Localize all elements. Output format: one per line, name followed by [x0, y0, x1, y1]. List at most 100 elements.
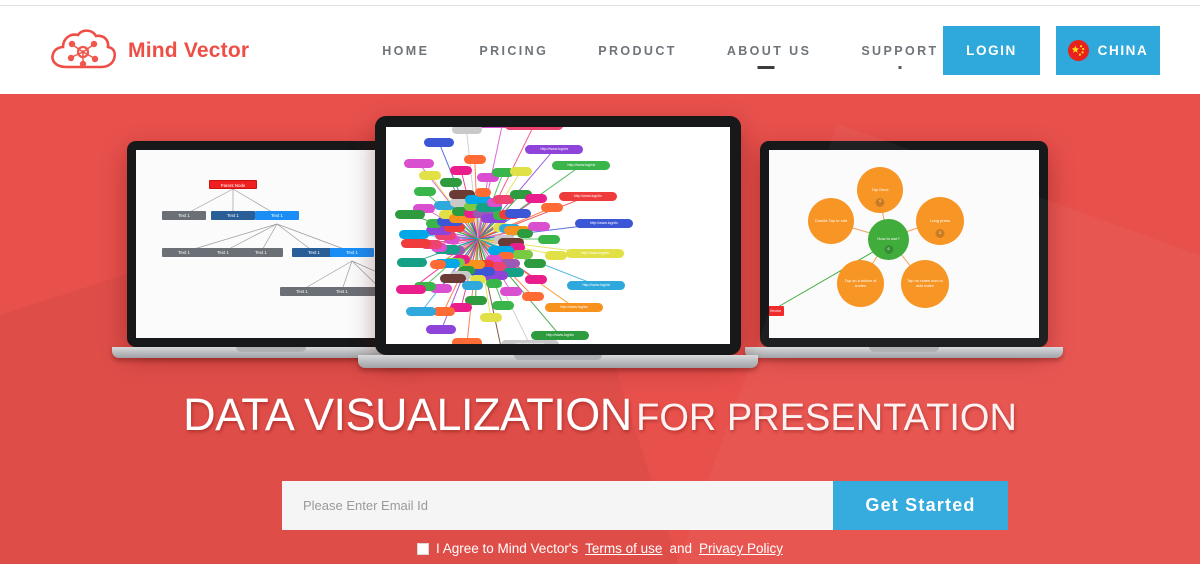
radial-node [439, 274, 466, 284]
radial-node [504, 209, 531, 219]
radial-node [452, 337, 483, 344]
bubble-node-label: Long press [930, 217, 950, 223]
laptop-left-screen: Parent Node Text 1 Text 1 Text 1 Text 1 … [136, 150, 406, 338]
brand-logo[interactable]: Mind Vector [46, 27, 249, 75]
radial-mindmap: http://www.log/xlx http://www.log/xlx http… [386, 127, 730, 344]
agree-checkbox[interactable] [417, 542, 429, 555]
tree-node: Text 1 [330, 248, 374, 257]
tree-node: Text 1 [211, 211, 255, 220]
tree-root-node: Parent Node [209, 180, 257, 189]
country-label: CHINA [1097, 43, 1149, 58]
tree-node: Text 1 [239, 248, 283, 257]
radial-node [413, 187, 436, 197]
bubble-center-label: How to use? [877, 236, 900, 242]
radial-node [540, 203, 563, 213]
bubble-node-label: Double Tap to edit [814, 217, 848, 223]
agree-prefix-text: I Agree to Mind Vector's [436, 541, 579, 556]
site-header: Mind Vector HOME PRICING PRODUCT ABOUT U… [0, 7, 1200, 94]
bubble-center-node: How to use? 6 [868, 219, 909, 260]
radial-node [524, 258, 547, 268]
radial-node: http://www.log/xlx [566, 249, 625, 259]
signup-form: Get Started [282, 481, 1008, 530]
radial-node [451, 127, 482, 135]
header-actions: LOGIN CHINA [943, 26, 1160, 75]
radial-node [500, 286, 523, 296]
radial-node [545, 250, 568, 260]
radial-node [475, 187, 492, 197]
tree-mindmap: Parent Node Text 1 Text 1 Text 1 Text 1 … [136, 150, 406, 338]
radial-node: http://www.log/xlx [505, 127, 564, 130]
terms-agreement-row: I Agree to Mind Vector's Terms of use an… [0, 541, 1200, 556]
radial-node [399, 230, 430, 240]
radial-node [401, 238, 432, 248]
nav-item-product[interactable]: PRODUCT [598, 38, 677, 64]
bubble-node: Tap Once 4 [857, 167, 903, 213]
radial-node [403, 158, 434, 168]
radial-node: http://www.log/xlx [545, 302, 604, 312]
main-navigation: HOME PRICING PRODUCT ABOUT US SUPPORT [382, 38, 939, 69]
bubble-node: Tap on a button of nodes [837, 260, 884, 307]
country-selector-button[interactable]: CHINA [1056, 26, 1160, 75]
radial-node: http://www.log/xlx [531, 331, 590, 341]
nav-item-pricing[interactable]: PRICING [479, 38, 548, 64]
radial-node [538, 234, 560, 244]
laptop-center-screen: http://www.log/xlx http://www.log/xlx http… [386, 127, 730, 344]
nav-support-dot [898, 65, 902, 69]
laptop-right-base [745, 347, 1063, 358]
landing-page: Mind Vector HOME PRICING PRODUCT ABOUT U… [0, 0, 1200, 564]
laptop-center-lid: http://www.log/xlx http://www.log/xlx http… [375, 116, 741, 355]
tree-node: Text 1 [162, 211, 206, 220]
email-input[interactable] [282, 481, 833, 530]
radial-node [450, 165, 472, 175]
nav-item-support-label: SUPPORT [861, 43, 939, 58]
agree-conjunction-text: and [669, 541, 692, 556]
bubble-node-label: Tap on notes icon to add notes [907, 278, 943, 288]
nav-item-about-us-label: ABOUT US [726, 43, 812, 58]
radial-node [522, 292, 545, 302]
bubble-node: Long press 3 [916, 197, 964, 245]
bubble-node-label: Tap Once [871, 186, 889, 192]
tree-node: Text 1 [280, 287, 324, 296]
radial-node [418, 170, 441, 180]
radial-node [527, 222, 550, 232]
bubble-node-label: Tap on a button of nodes [844, 277, 877, 288]
tree-connectors [183, 188, 403, 291]
browser-top-edge [0, 0, 1200, 6]
hero-section: Parent Node Text 1 Text 1 Text 1 Text 1 … [0, 94, 1200, 564]
radial-node: http://www.log/xlx [567, 280, 626, 290]
hero-headline: DATA VISUALIZATION FOR PRESENTATION [0, 389, 1200, 441]
terms-of-use-link[interactable]: Terms of use [585, 541, 662, 556]
nav-item-home[interactable]: HOME [382, 38, 429, 64]
login-button[interactable]: LOGIN [943, 26, 1040, 75]
cloud-network-icon [46, 27, 118, 75]
bubble-node: Tap on notes icon to add notes [901, 260, 949, 308]
get-started-button[interactable]: Get Started [833, 481, 1008, 530]
radial-node [525, 274, 548, 284]
laptop-left-lid: Parent Node Text 1 Text 1 Text 1 Text 1 … [127, 141, 415, 347]
tree-node: Text 1 [162, 248, 206, 257]
radial-node: http://www.log/xlx [575, 218, 634, 228]
china-flag-icon [1067, 40, 1089, 61]
radial-node [492, 300, 515, 310]
laptop-right-lid: How to use? 6 Tap Once 4 Long press 3 Do… [760, 141, 1048, 347]
radial-node: http://www.log/xlx [525, 144, 584, 154]
radial-node [511, 250, 533, 260]
headline-light: FOR PRESENTATION [636, 397, 1017, 439]
radial-node: http://www.log/xlx [501, 340, 560, 344]
radial-node [430, 259, 447, 269]
tree-node: Text 1 [320, 287, 364, 296]
bubble-side-box: Mind Vector [769, 306, 785, 316]
bubble-node: Double Tap to edit [808, 198, 854, 244]
bubble-badge: 3 [935, 229, 945, 239]
laptop-right: How to use? 6 Tap Once 4 Long press 3 Do… [745, 141, 1063, 358]
privacy-policy-link[interactable]: Privacy Policy [699, 541, 783, 556]
tree-node: Text 1 [255, 211, 299, 220]
laptop-showcase: Parent Node Text 1 Text 1 Text 1 Text 1 … [0, 94, 1200, 394]
nav-item-about-us[interactable]: ABOUT US [726, 38, 812, 69]
laptop-right-screen: How to use? 6 Tap Once 4 Long press 3 Do… [769, 150, 1039, 338]
radial-node [525, 194, 548, 204]
radial-node [426, 325, 457, 335]
nav-item-support[interactable]: SUPPORT [861, 38, 939, 69]
radial-node [485, 278, 502, 288]
radial-node [395, 209, 426, 219]
